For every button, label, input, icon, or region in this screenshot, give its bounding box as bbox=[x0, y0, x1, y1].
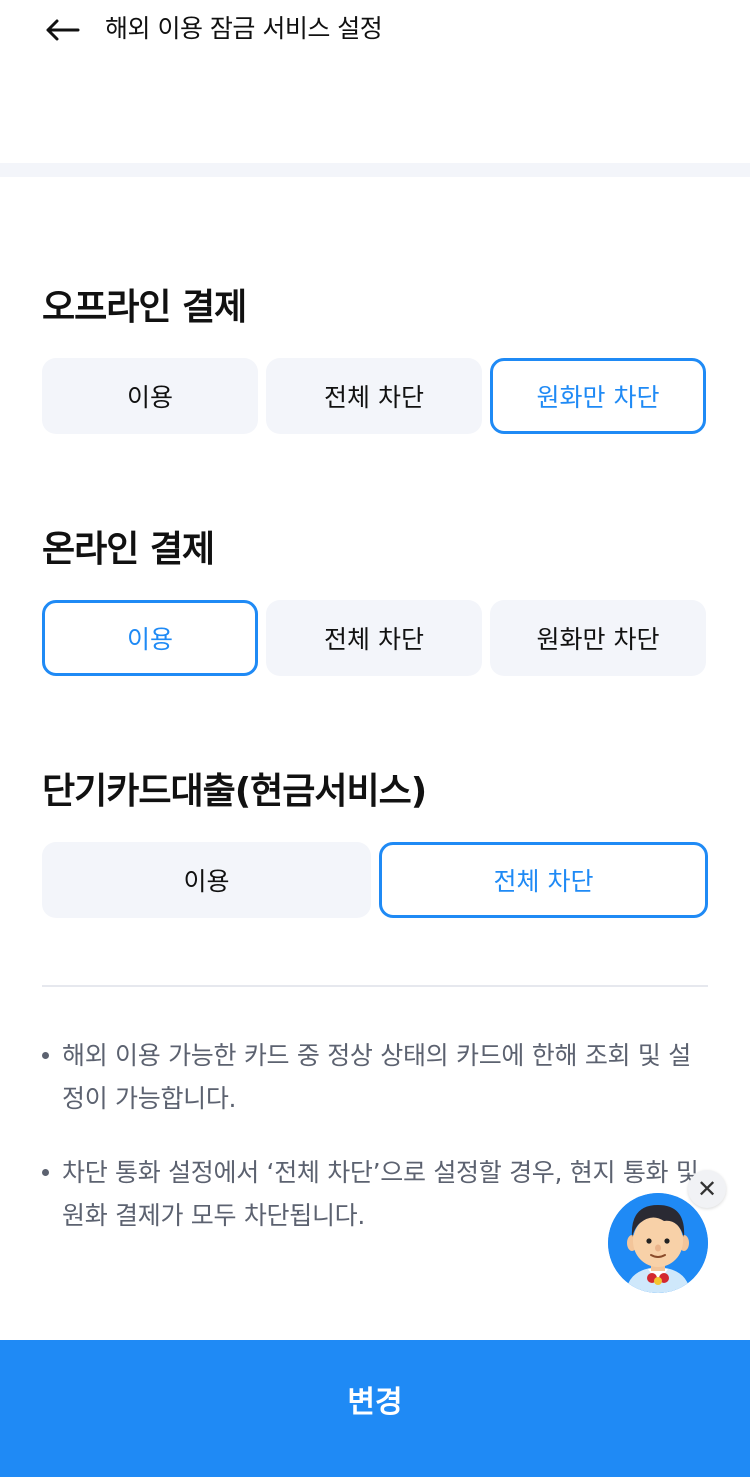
header: 해외 이용 잠금 서비스 설정 bbox=[0, 0, 750, 60]
online-option-use[interactable]: 이용 bbox=[42, 600, 258, 676]
cash-advance-option-use[interactable]: 이용 bbox=[42, 842, 371, 918]
online-option-block-all[interactable]: 전체 차단 bbox=[266, 600, 482, 676]
note-bullet bbox=[42, 1169, 49, 1176]
online-payment-title: 온라인 결제 bbox=[42, 529, 215, 570]
chatbot-button[interactable] bbox=[608, 1193, 708, 1293]
chatbot-character-icon bbox=[608, 1193, 708, 1293]
back-button[interactable] bbox=[40, 10, 84, 50]
section-separator-band bbox=[0, 163, 750, 177]
note-item: 해외 이용 가능한 카드 중 정상 상태의 카드에 한해 조회 및 설정이 가능… bbox=[62, 1041, 691, 1113]
page-title: 해외 이용 잠금 서비스 설정 bbox=[105, 14, 383, 43]
divider bbox=[42, 985, 708, 987]
chatbot-close-button[interactable]: ✕ bbox=[688, 1170, 726, 1208]
cash-advance-title: 단기카드대출(현금서비스) bbox=[42, 771, 427, 812]
arrow-left-icon bbox=[46, 19, 80, 41]
note-bullet bbox=[42, 1052, 49, 1059]
offline-option-block-krw[interactable]: 원화만 차단 bbox=[490, 358, 706, 434]
offline-option-use[interactable]: 이용 bbox=[42, 358, 258, 434]
cash-advance-option-block-all[interactable]: 전체 차단 bbox=[379, 842, 708, 918]
change-button[interactable]: 변경 bbox=[0, 1340, 750, 1477]
offline-payment-title: 오프라인 결제 bbox=[42, 287, 247, 328]
offline-option-block-all[interactable]: 전체 차단 bbox=[266, 358, 482, 434]
online-option-block-krw[interactable]: 원화만 차단 bbox=[490, 600, 706, 676]
